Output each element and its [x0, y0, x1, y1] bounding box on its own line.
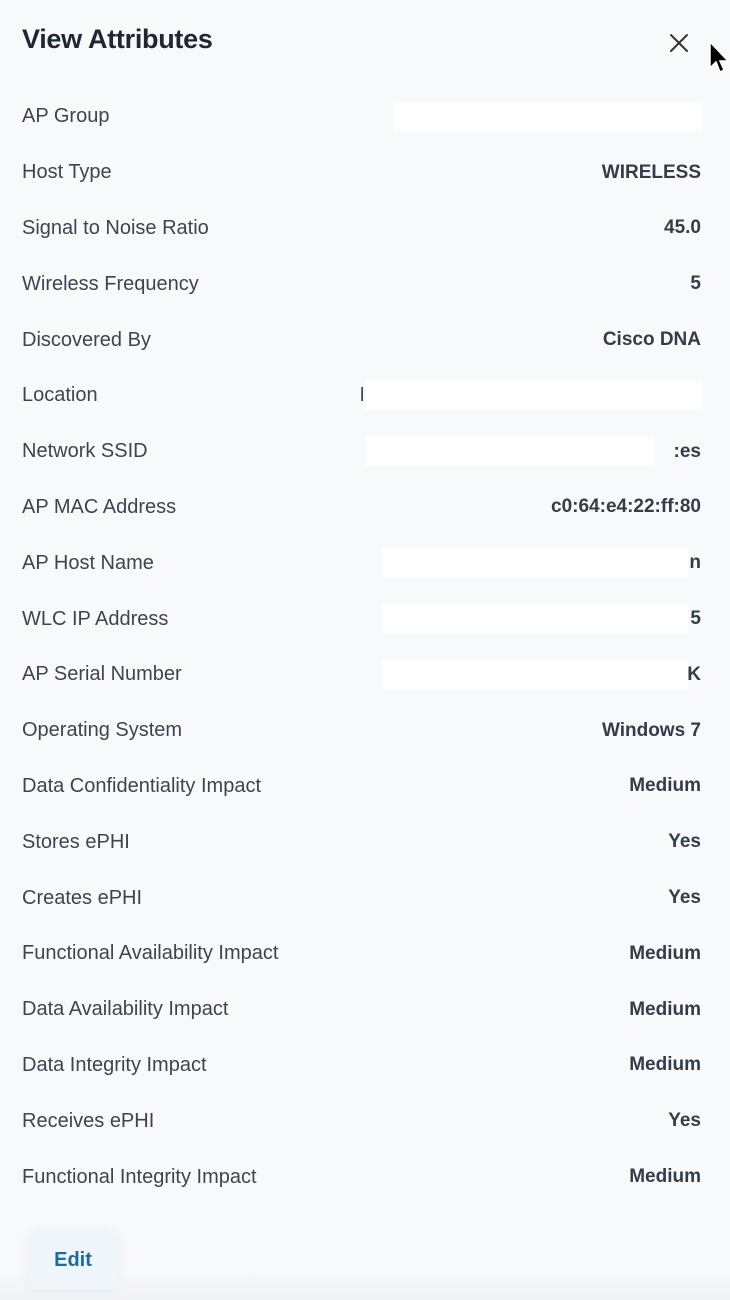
attribute-label: Creates ePHI [22, 886, 143, 909]
attribute-label: Data Availability Impact [22, 998, 229, 1021]
attribute-row: Operating System Windows 7 [22, 703, 701, 759]
close-button[interactable] [666, 30, 692, 56]
redaction-box [382, 548, 688, 578]
attribute-row: AP Host Name n [22, 535, 701, 591]
attribute-label: Wireless Frequency [22, 272, 199, 295]
attribute-label: Signal to Noise Ratio [22, 216, 209, 239]
attribute-row: Network SSID :es [22, 424, 701, 480]
attribute-value: Medium [629, 942, 701, 964]
redaction-box [382, 659, 688, 689]
edit-button[interactable]: Edit [28, 1231, 118, 1289]
attribute-list: AP Group Host Type WIRELESS Signal to Noise… [22, 89, 702, 1205]
attribute-label: AP Group [22, 105, 110, 128]
attribute-value: Yes [668, 1110, 701, 1132]
redaction-box [366, 436, 654, 466]
attribute-row: Data Integrity Impact Medium [22, 1038, 701, 1094]
attribute-row: AP Group [22, 89, 702, 145]
attribute-value: Windows 7 [601, 719, 701, 741]
attribute-row: Functional Integrity Impact Medium [22, 1149, 701, 1205]
page-title: View Attributes [22, 24, 213, 54]
mouse-cursor-icon [708, 40, 730, 76]
attribute-row: Creates ePHI Yes [22, 870, 701, 926]
attribute-label: AP MAC Address [22, 495, 177, 518]
attribute-label: Receives ePHI [22, 1109, 155, 1132]
attribute-value: 45.0 [664, 217, 701, 239]
attribute-row: Wireless Frequency 5 [22, 256, 701, 312]
attribute-value: Medium [629, 1054, 701, 1076]
attribute-value: Yes [668, 831, 701, 853]
attribute-value: c0:64:e4:22:ff:80 [551, 496, 701, 518]
attribute-row: Receives ePHI Yes [22, 1093, 701, 1149]
attribute-value: Cisco DNA [602, 329, 701, 351]
attribute-label: Operating System [22, 719, 183, 742]
attribute-label: AP Serial Number [22, 663, 182, 686]
attribute-row: Stores ePHI Yes [22, 814, 701, 870]
attribute-value: 5 [690, 273, 701, 295]
attribute-value: Medium [629, 1166, 701, 1188]
attribute-row: Discovered By Cisco DNA [22, 312, 701, 368]
redaction-box [394, 102, 702, 131]
attribute-row: Signal to Noise Ratio 45.0 [22, 201, 701, 257]
attribute-label: Host Type [22, 161, 112, 184]
attribute-label: Functional Integrity Impact [22, 1165, 257, 1188]
attribute-label: Network SSID [22, 440, 148, 463]
attribute-label: WLC IP Address [22, 607, 169, 630]
attribute-row: Functional Availability Impact Medium [22, 926, 701, 982]
attribute-value: WIRELESS [601, 161, 701, 183]
attribute-label: Discovered By [22, 328, 151, 351]
attribute-row: AP Serial Number K [22, 647, 701, 703]
attribute-value: K [687, 663, 701, 685]
attribute-row: WLC IP Address 5 [22, 591, 701, 647]
redaction-box [366, 380, 702, 410]
attribute-row: AP MAC Address c0:64:e4:22:ff:80 [22, 480, 701, 536]
attribute-value: n [689, 552, 701, 574]
attribute-row: Data Availability Impact Medium [22, 982, 701, 1038]
attribute-label: Stores ePHI [22, 830, 130, 853]
attribute-label: Functional Availability Impact [22, 942, 279, 965]
attribute-label: Data Integrity Impact [22, 1053, 207, 1076]
attribute-value: 5 [690, 608, 701, 630]
attribute-label: Location [22, 384, 98, 407]
attribute-value: Yes [668, 887, 701, 909]
close-icon [670, 34, 688, 52]
attribute-label: Data Confidentiality Impact [22, 774, 262, 797]
attribute-value: Medium [629, 998, 701, 1020]
attribute-value: :es [673, 440, 701, 462]
attribute-row: Data Confidentiality Impact Medium [22, 759, 701, 815]
redaction-box [382, 604, 688, 634]
attribute-value: Medium [629, 775, 701, 797]
attribute-value: l [360, 384, 365, 406]
attribute-label: AP Host Name [22, 551, 154, 574]
attribute-row: Host Type WIRELESS [22, 145, 701, 201]
attribute-row: Location l [22, 368, 702, 424]
